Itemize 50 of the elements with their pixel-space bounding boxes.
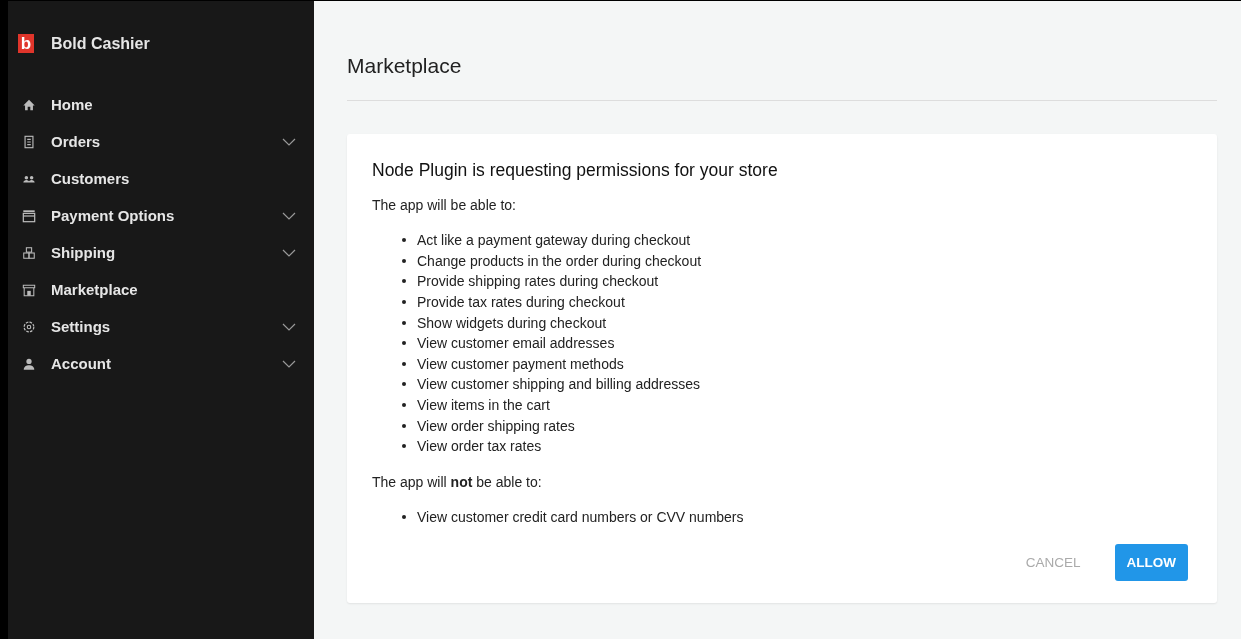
nav-item[interactable]: Payment Options — [8, 197, 314, 234]
chevron-down-icon — [282, 359, 296, 368]
chevron-down-icon — [282, 248, 296, 257]
permission-item: Act like a payment gateway during checkout — [417, 232, 691, 249]
permission-item: Show widgets during checkout — [417, 314, 607, 331]
bullet-icon — [402, 341, 406, 346]
permission-item: View customer payment methods — [417, 355, 624, 372]
permission-item: View order shipping rates — [417, 417, 575, 434]
permission-item: Provide shipping rates during checkout — [417, 273, 659, 290]
bullet-icon — [402, 403, 406, 408]
home-icon — [22, 97, 36, 112]
chevron-down-icon — [282, 322, 296, 331]
settings-icon — [22, 319, 36, 334]
document-icon — [22, 134, 36, 149]
nav-item[interactable]: Orders — [8, 123, 314, 160]
permission-item: View items in the cart — [417, 397, 550, 414]
storefront-icon — [22, 282, 36, 297]
brand-logo: b — [18, 34, 34, 53]
permission-item: Change products in the order during checkout — [417, 252, 702, 269]
nav-item[interactable]: Shipping — [8, 234, 314, 271]
person-icon — [22, 356, 36, 371]
bullet-icon — [402, 514, 406, 519]
intro-text: The app will not be able to: — [372, 473, 543, 490]
nav-item[interactable]: Customers — [8, 160, 314, 197]
bullet-icon — [402, 279, 406, 284]
bullet-icon — [402, 300, 406, 305]
boxes-icon — [22, 245, 36, 260]
nav-item[interactable]: Home — [8, 86, 314, 123]
dialog-heading: Node Plugin is requesting permissions for your store — [372, 160, 779, 181]
bullet-icon — [402, 423, 406, 428]
permission-item: Provide tax rates during checkout — [417, 294, 625, 311]
nav-item[interactable]: Account — [8, 345, 314, 382]
permission-item: View order tax rates — [417, 438, 542, 455]
bullet-icon — [402, 361, 406, 366]
intro-text: The app will be able to: — [372, 197, 517, 213]
permission-item: View customer email addresses — [417, 335, 615, 352]
nav-item[interactable]: Marketplace — [8, 271, 314, 308]
bullet-icon — [402, 444, 406, 449]
nav-item[interactable]: Settings — [8, 308, 314, 345]
page-title: Marketplace — [347, 54, 463, 78]
bullet-icon — [402, 320, 406, 325]
bullet-icon — [402, 258, 406, 263]
card-icon — [22, 208, 36, 223]
permission-item: View customer shipping and billing addresses — [417, 376, 700, 393]
brand-name: Bold Cashier — [51, 34, 150, 53]
permission-item: View customer credit card numbers or CVV numbers — [417, 508, 744, 525]
chevron-down-icon — [282, 137, 296, 146]
chevron-down-icon — [282, 211, 296, 220]
bullet-icon — [402, 382, 406, 387]
bullet-icon — [402, 238, 406, 243]
